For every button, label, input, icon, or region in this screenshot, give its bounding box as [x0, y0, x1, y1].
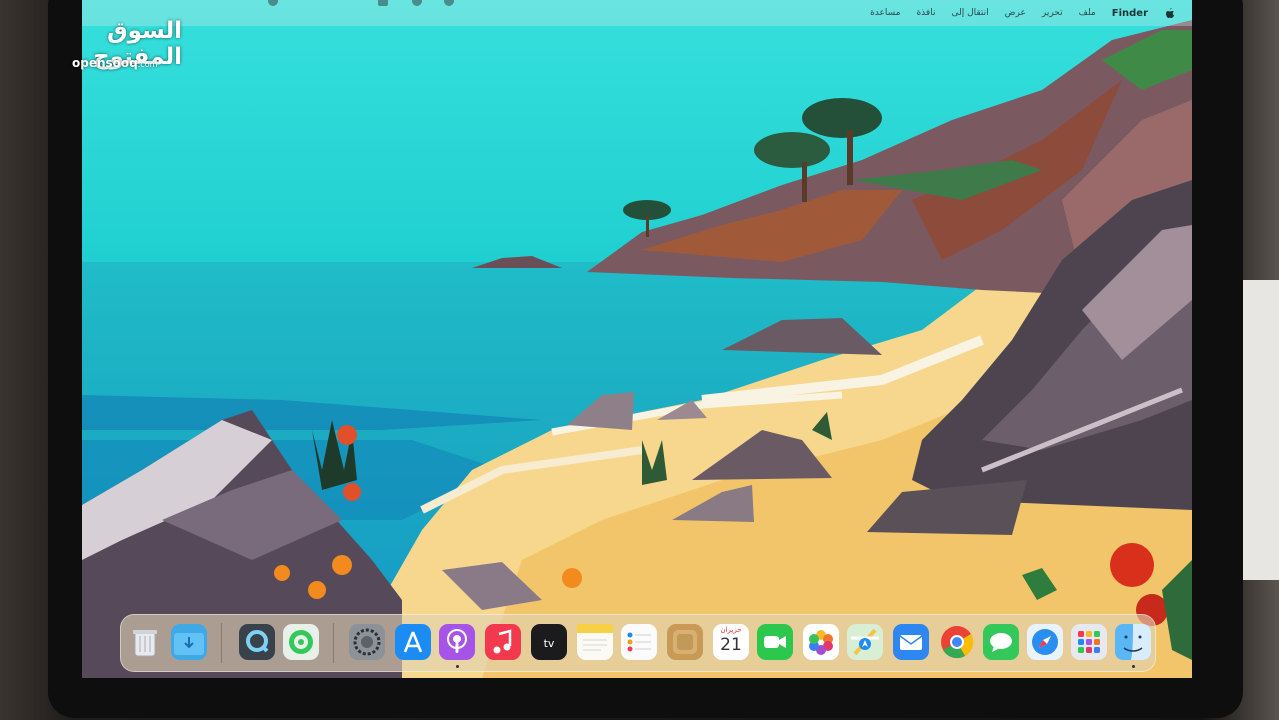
notes-icon[interactable] [577, 624, 613, 660]
music-icon[interactable] [485, 624, 521, 660]
menu-window[interactable]: نافذة [916, 8, 935, 18]
downloads-folder-icon[interactable] [171, 624, 207, 660]
dock: tv حزيران 21 [120, 614, 1156, 672]
reminders-icon[interactable] [621, 624, 657, 660]
svg-text:tv: tv [544, 637, 555, 650]
photos-icon[interactable] [803, 624, 839, 660]
calendar-icon[interactable]: حزيران 21 [713, 624, 749, 660]
facetime-icon[interactable] [757, 624, 793, 660]
finder-icon[interactable] [1115, 624, 1151, 660]
menu-go[interactable]: انتقال إلى [951, 8, 988, 18]
menu-app-name[interactable]: Finder [1112, 8, 1148, 19]
menu-edit[interactable]: تحرير [1042, 8, 1063, 18]
paper-edge [1237, 280, 1279, 580]
podcasts-icon[interactable] [439, 624, 475, 660]
apple-icon[interactable] [1164, 7, 1176, 19]
status-icon[interactable] [444, 0, 454, 6]
dock-separator [221, 623, 222, 663]
safari-icon[interactable] [1027, 624, 1063, 660]
apple-tv-icon[interactable]: tv [531, 624, 567, 660]
menu-view[interactable]: عرض [1005, 8, 1026, 18]
watermark-tld: .com [137, 60, 158, 69]
watermark-site: opensooq.com [72, 56, 157, 70]
launchpad-icon[interactable] [1071, 624, 1107, 660]
system-settings-icon[interactable] [349, 624, 385, 660]
status-icon[interactable] [412, 0, 422, 6]
calendar-day: 21 [720, 635, 742, 655]
messages-icon[interactable] [983, 624, 1019, 660]
status-icon[interactable] [378, 0, 388, 6]
trash-icon[interactable] [127, 624, 163, 660]
chrome-icon[interactable] [939, 624, 975, 660]
menu-bar: مساعدة نافذة انتقال إلى عرض تحرير ملف Fi… [82, 0, 1192, 26]
maps-icon[interactable] [847, 624, 883, 660]
desktop-screen: مساعدة نافذة انتقال إلى عرض تحرير ملف Fi… [82, 0, 1192, 678]
menu-file[interactable]: ملف [1079, 8, 1096, 18]
wallpaper [82, 0, 1192, 678]
running-indicator [456, 665, 459, 668]
quicktime-icon[interactable] [239, 624, 275, 660]
running-indicator [1132, 665, 1135, 668]
dock-separator [333, 623, 334, 663]
opensooq-watermark: السوق المفتوح opensooq.com [22, 18, 182, 78]
mail-icon[interactable] [893, 624, 929, 660]
calendar-month: حزيران [720, 626, 742, 634]
watermark-site-name: opensooq [72, 56, 138, 70]
notes-paper-icon[interactable] [667, 624, 703, 660]
menu-help[interactable]: مساعدة [870, 8, 900, 18]
find-my-icon[interactable] [283, 624, 319, 660]
status-icon[interactable] [268, 0, 278, 6]
app-store-icon[interactable] [395, 624, 431, 660]
